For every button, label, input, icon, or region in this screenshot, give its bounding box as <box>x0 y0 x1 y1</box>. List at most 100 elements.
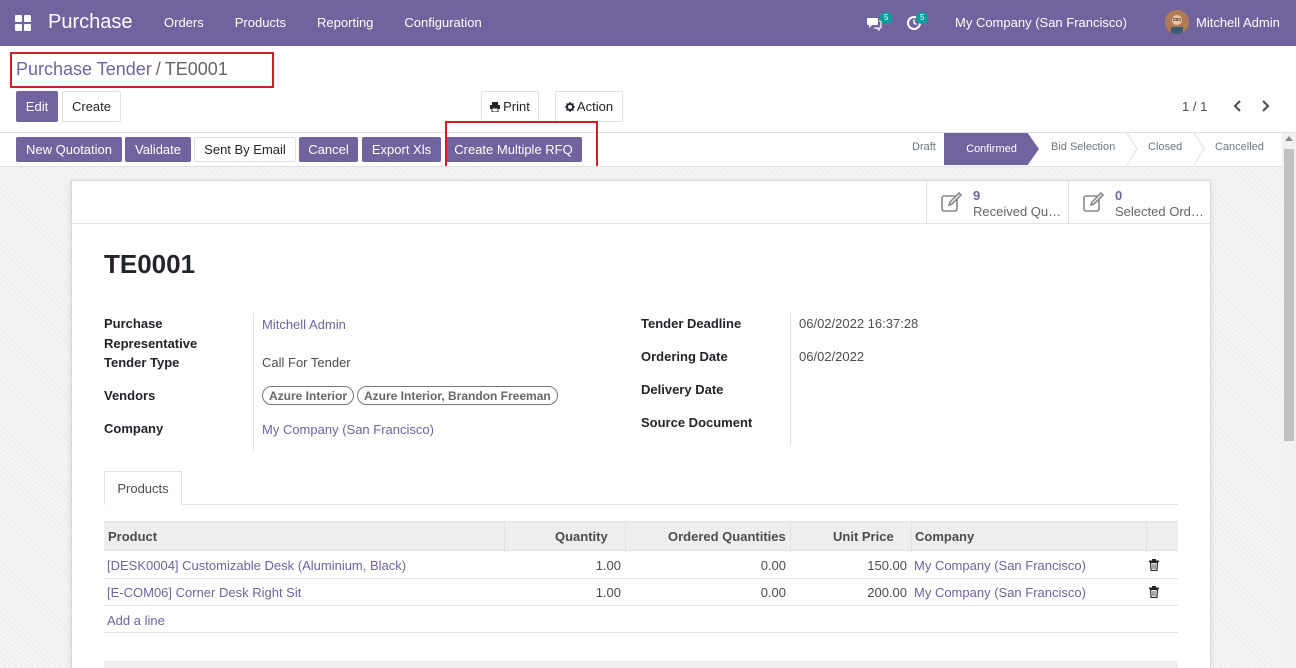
vendors-label: Vendors <box>104 388 156 403</box>
cell-unit-price[interactable]: 200.00 <box>867 585 907 600</box>
cell-ordered: 0.00 <box>760 585 786 600</box>
ordering-date-value: 06/02/2022 <box>799 349 865 364</box>
column-separator <box>911 522 912 552</box>
user-avatar[interactable] <box>1165 10 1189 34</box>
pencil-square-icon <box>941 192 963 212</box>
table-row[interactable]: [DESK0004] Customizable Desk (Aluminium,… <box>104 552 1178 579</box>
column-quantity[interactable]: Quantity <box>555 529 608 544</box>
tabs-divider <box>104 504 1178 505</box>
app-title[interactable]: Purchase <box>48 11 133 34</box>
stage-closed[interactable]: Closed <box>1148 141 1182 153</box>
stage-bid-selection[interactable]: Bid Selection <box>1051 141 1115 153</box>
column-separator <box>790 522 791 552</box>
cell-product[interactable]: [DESK0004] Customizable Desk (Aluminium,… <box>107 558 406 573</box>
purchase-rep-label: Purchase <box>104 316 163 331</box>
received-quotations-button[interactable]: 9 Received Quotations <box>926 181 1069 224</box>
cell-ordered: 0.00 <box>760 558 786 573</box>
record-title: TE0001 <box>104 249 196 279</box>
action-label: Action <box>576 99 614 114</box>
add-line-link[interactable]: Add a line <box>107 613 165 628</box>
pencil-square-icon <box>1083 192 1105 212</box>
breadcrumb-current: TE0001 <box>164 59 228 79</box>
cell-product[interactable]: [E-COM06] Corner Desk Right Sit <box>107 585 301 600</box>
tender-deadline-value: 06/02/2022 16:37:28 <box>799 316 919 331</box>
company-value[interactable]: My Company (San Francisco) <box>262 422 434 437</box>
table-footer <box>104 661 1178 668</box>
column-separator <box>504 522 505 552</box>
purchase-rep-label-2: Representative <box>104 336 198 351</box>
trash-icon[interactable] <box>1149 559 1159 571</box>
scrollbar-thumb[interactable] <box>1284 149 1294 441</box>
received-quotations-label: Received Quotations <box>973 204 1065 219</box>
field-divider <box>790 313 791 445</box>
tab-products[interactable]: Products <box>104 471 182 505</box>
smart-buttons-row: 9 Received Quotations 0 Selected Orders <box>72 181 1210 224</box>
statusbar-divider <box>0 132 1296 133</box>
selected-orders-label: Selected Orders <box>1115 204 1207 219</box>
selected-orders-button[interactable]: 0 Selected Orders <box>1068 181 1211 224</box>
cell-company[interactable]: My Company (San Francisco) <box>914 585 1086 600</box>
print-label: Print <box>503 99 530 114</box>
menu-item-products[interactable]: Products <box>235 15 286 30</box>
top-navbar: Purchase Orders Products Reporting Confi… <box>0 0 1296 46</box>
main-menu: Orders Products Reporting Configuration <box>164 15 513 30</box>
cell-unit-price[interactable]: 150.00 <box>867 558 907 573</box>
stage-draft[interactable]: Draft <box>912 141 936 153</box>
cell-quantity[interactable]: 1.00 <box>596 558 621 573</box>
edit-button[interactable]: Edit <box>16 91 58 122</box>
table-header: Product Quantity Ordered Quantities Unit… <box>104 521 1178 552</box>
field-divider <box>253 313 254 451</box>
scroll-up-arrow-icon[interactable] <box>1285 136 1293 141</box>
table-row[interactable]: [E-COM06] Corner Desk Right Sit 1.00 0.0… <box>104 579 1178 606</box>
apps-menu-icon[interactable] <box>15 15 33 31</box>
received-quotations-count: 9 <box>973 188 981 203</box>
create-button[interactable]: Create <box>62 91 121 122</box>
company-label: Company <box>104 421 164 436</box>
menu-item-orders[interactable]: Orders <box>164 15 204 30</box>
action-button[interactable]: Action <box>555 91 623 122</box>
tender-type-label: Tender Type <box>104 355 180 370</box>
stage-separator-icon <box>1193 133 1205 165</box>
form-sheet: 9 Received Quotations 0 Selected Orders … <box>71 180 1211 668</box>
purchase-rep-value[interactable]: Mitchell Admin <box>262 317 346 332</box>
sent-by-email-button[interactable]: Sent By Email <box>194 137 296 162</box>
menu-item-configuration[interactable]: Configuration <box>404 15 481 30</box>
column-separator <box>625 522 626 552</box>
breadcrumb-separator: / <box>155 59 161 79</box>
stage-cancelled[interactable]: Cancelled <box>1215 141 1264 153</box>
print-icon <box>490 101 501 112</box>
breadcrumb-parent[interactable]: Purchase Tender <box>16 59 152 79</box>
column-separator <box>1146 522 1147 552</box>
cell-quantity[interactable]: 1.00 <box>596 585 621 600</box>
stage-confirmed[interactable]: Confirmed <box>944 133 1039 165</box>
add-line-row <box>104 606 1178 633</box>
column-unit-price[interactable]: Unit Price <box>833 529 894 544</box>
vendor-tag[interactable]: Azure Interior, Brandon Freeman <box>357 386 558 405</box>
company-switcher[interactable]: My Company (San Francisco) <box>955 15 1127 30</box>
vendor-tag[interactable]: Azure Interior <box>262 386 355 405</box>
user-menu[interactable]: Mitchell Admin <box>1196 15 1280 30</box>
stage-separator-icon <box>1126 133 1138 165</box>
column-ordered-quantities[interactable]: Ordered Quantities <box>668 529 786 544</box>
trash-icon[interactable] <box>1149 586 1159 598</box>
column-product[interactable]: Product <box>108 529 157 544</box>
breadcrumb: Purchase Tender / TE0001 <box>16 59 228 80</box>
gear-icon <box>564 101 575 112</box>
avatar-image-icon <box>1165 10 1189 34</box>
menu-item-reporting[interactable]: Reporting <box>317 15 373 30</box>
messages-badge: 5 <box>880 12 893 24</box>
chevron-right-icon[interactable] <box>1260 99 1270 113</box>
new-quotation-button[interactable]: New Quotation <box>16 137 122 162</box>
pager-value[interactable]: 1 / 1 <box>1182 99 1207 114</box>
validate-button[interactable]: Validate <box>125 137 191 162</box>
cancel-button[interactable]: Cancel <box>299 137 358 162</box>
column-company[interactable]: Company <box>915 529 974 544</box>
cell-company[interactable]: My Company (San Francisco) <box>914 558 1086 573</box>
print-button[interactable]: Print <box>481 91 539 122</box>
selected-orders-count: 0 <box>1115 188 1123 203</box>
tender-type-value: Call For Tender <box>262 355 351 370</box>
chevron-left-icon[interactable] <box>1233 99 1243 113</box>
ordering-date-label: Ordering Date <box>641 349 728 364</box>
export-xls-button[interactable]: Export Xls <box>362 137 441 162</box>
activities-badge: 5 <box>916 12 929 24</box>
